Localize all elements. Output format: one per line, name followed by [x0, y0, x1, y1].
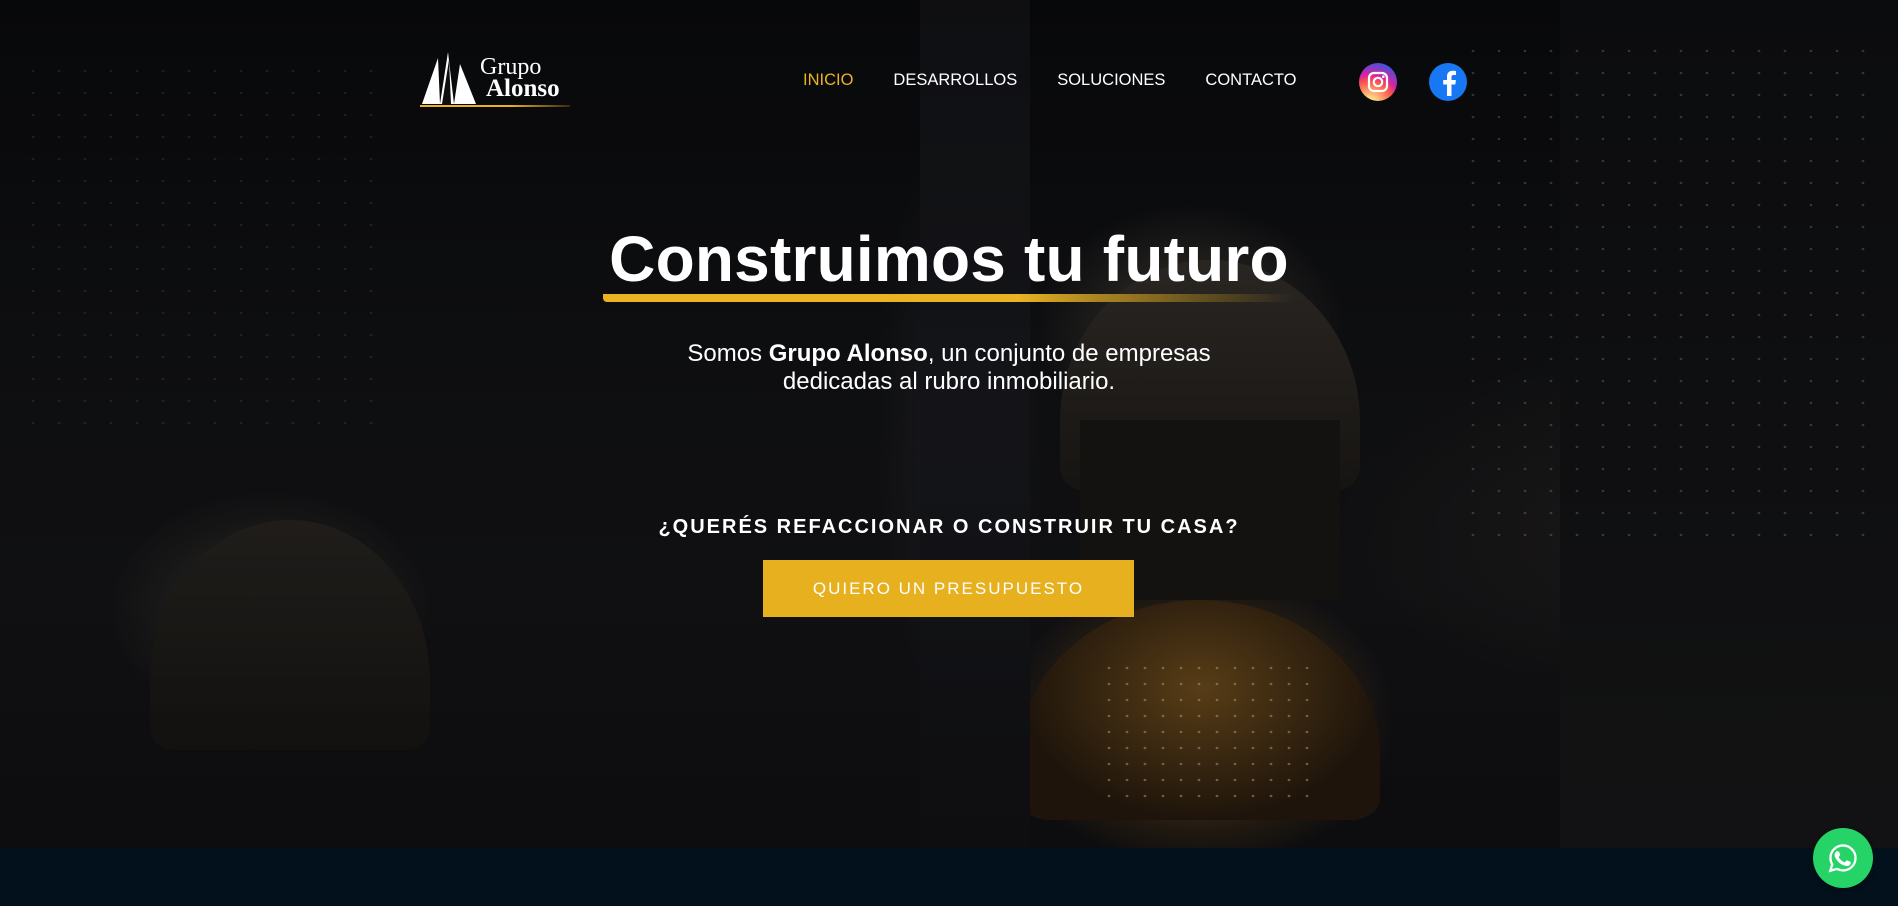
logo-text: Grupo Alonso [480, 55, 560, 102]
instagram-icon[interactable] [1359, 63, 1397, 101]
hero-headline: Construimos tu futuro [609, 223, 1289, 295]
cta-question: ¿QUERÉS REFACCIONAR O CONSTRUIR TU CASA? [658, 516, 1240, 538]
facebook-icon[interactable] [1429, 63, 1467, 101]
logo[interactable]: Grupo Alonso [420, 50, 570, 108]
whatsapp-icon [1828, 844, 1857, 873]
main-nav: INICIO DESARROLLOS SOLUCIONES CONTACTO [803, 71, 1336, 90]
hero-intro: Somos Grupo Alonso, un conjunto de empre… [0, 340, 1898, 396]
intro-prefix: Somos [687, 340, 769, 367]
intro-brand: Grupo Alonso [768, 340, 928, 367]
instagram-glyph-icon [1367, 71, 1389, 93]
whatsapp-button[interactable] [1813, 828, 1873, 888]
intro-line2: dedicadas al rubro inmobiliario. [782, 368, 1116, 395]
logo-line2: Alonso [486, 75, 560, 102]
logo-mark-icon [422, 52, 476, 104]
nav-item-desarrollos[interactable]: DESARROLLOS [893, 71, 1017, 90]
nav-item-soluciones[interactable]: SOLUCIONES [1057, 71, 1165, 90]
logo-underline [420, 105, 570, 107]
quote-request-button[interactable]: QUIERO UN PRESUPUESTO [763, 560, 1134, 617]
intro-suffix: , un conjunto de empresas [927, 340, 1211, 367]
nav-item-contacto[interactable]: CONTACTO [1205, 71, 1296, 90]
headline-underline [603, 294, 1293, 302]
intro-line1: Somos Grupo Alonso, un conjunto de empre… [0, 340, 1898, 368]
hero-content: Grupo Alonso INICIO DESARROLLOS SOLUCION… [0, 0, 1898, 848]
nav-item-inicio[interactable]: INICIO [803, 71, 853, 90]
hero-section: Grupo Alonso INICIO DESARROLLOS SOLUCION… [0, 0, 1898, 848]
facebook-glyph-icon [1443, 70, 1456, 96]
next-section-band [0, 848, 1898, 906]
